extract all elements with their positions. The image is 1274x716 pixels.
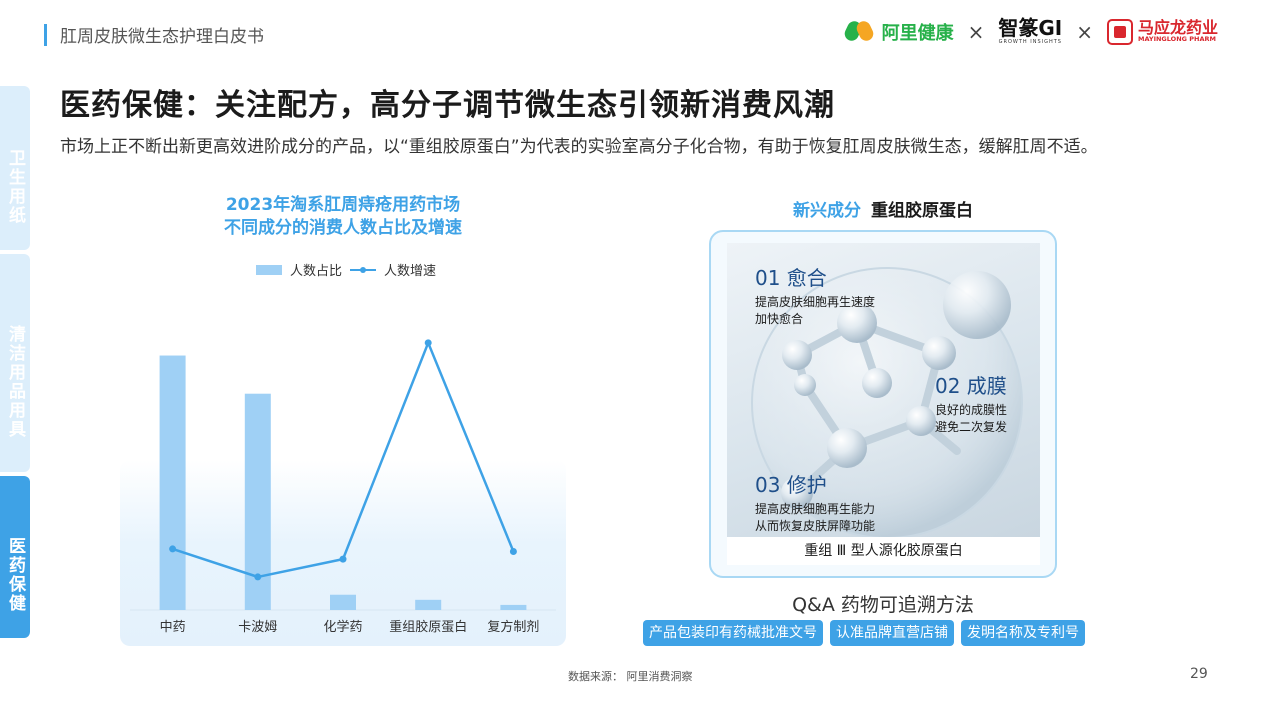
bar-4	[500, 604, 527, 610]
ingredient-title-highlight: 新兴成分	[793, 201, 861, 221]
feature-repair: 03 修护 提高皮肤细胞再生能力 从而恢复皮肤屏障功能	[755, 469, 875, 535]
report-title: 肛周皮肤微生态护理白皮书	[60, 27, 264, 47]
ali-health-logo-text: 阿里健康	[881, 22, 954, 44]
mayinglong-logo-subtext: MAYINGLONG PHARM	[1137, 35, 1216, 44]
x-tick-label-4: 复方制剂	[487, 619, 539, 635]
growth-point-4	[509, 547, 517, 555]
zhizhuan-logo-text: 智篆GI	[998, 16, 1063, 40]
traceability-tags: 产品包装印有药械批准文号 认准品牌直营店铺 发明名称及专利号	[643, 620, 1085, 646]
growth-point-1	[254, 573, 262, 581]
chart-title-line2: 不同成分的消费人数占比及增速	[224, 218, 462, 238]
partner-logos: 阿里健康 × 智篆GI GROWTH INSIGHTS × 马应龙药业 MAYI…	[842, 17, 1218, 45]
feature-desc-line: 提高皮肤细胞再生能力	[755, 502, 876, 516]
feature-desc-line: 避免二次复发	[935, 420, 1008, 434]
sidebar-tab-medicine[interactable]: 医药保健	[0, 476, 30, 638]
tag-official-store: 认准品牌直营店铺	[830, 620, 954, 646]
sidebar-tab-label: 医药保健	[5, 537, 26, 613]
qa-title: Q&A 药物可追溯方法	[792, 594, 974, 616]
legend-line-swatch	[350, 265, 377, 275]
growth-line	[172, 341, 515, 579]
x-tick-label-1: 卡波姆	[238, 620, 277, 635]
chart-title-line1: 2023年淘系肛周痔疮用药市场	[225, 195, 461, 215]
feature-desc-line: 从而恢复皮肤屏障功能	[755, 519, 876, 533]
sidebar-tab-cleaning[interactable]: 清洁用品用具	[0, 254, 30, 472]
logo-separator: ×	[1076, 19, 1093, 44]
combo-chart: 中药 卡波姆 化学药 重组胶原蛋白 复方制剂	[130, 339, 556, 635]
feature-healing: 01 愈合 提高皮肤细胞再生速度 加快愈合	[755, 262, 875, 328]
image-caption: 重组 Ⅲ 型人源化胶原蛋白	[727, 537, 1040, 565]
growth-point-3	[424, 339, 432, 347]
ali-health-logo: 阿里健康	[842, 18, 954, 45]
mayinglong-seal-icon	[1106, 18, 1133, 45]
page-number: 29	[1190, 666, 1208, 682]
sidebar-tab-label: 清洁用品用具	[5, 325, 26, 439]
legend-bar-label: 人数占比	[290, 264, 343, 279]
x-tick-label-3: 重组胶原蛋白	[389, 619, 467, 635]
bar-2	[330, 594, 356, 610]
title-accent-bar	[44, 24, 47, 46]
feature-desc-line: 良好的成膜性	[935, 403, 1008, 417]
tag-patent: 发明名称及专利号	[961, 620, 1085, 646]
ingredient-title: 新兴成分 重组胶原蛋白	[710, 196, 1056, 221]
zhizhuan-logo: 智篆GI GROWTH INSIGHTS	[998, 18, 1062, 45]
x-tick-label-2: 化学药	[323, 619, 362, 635]
ali-health-leaf-icon	[842, 18, 876, 43]
zhizhuan-logo-subtext: GROWTH INSIGHTS	[998, 39, 1062, 45]
growth-point-2	[339, 555, 347, 563]
mayinglong-logo: 马应龙药业 MAYINGLONG PHARM	[1106, 17, 1218, 45]
growth-point-0	[169, 545, 177, 553]
chart-legend: 人数占比 人数增速	[256, 260, 436, 279]
page-subtitle: 市场上正不断出新更高效进阶成分的产品，以“重组胶原蛋白”为代表的实验室高分子化合…	[60, 137, 1098, 157]
data-source: 数据来源： 阿里消费洞察	[568, 670, 693, 683]
legend-bar-swatch	[256, 264, 282, 275]
sidebar-tab-paper[interactable]: 卫生用纸	[0, 86, 30, 250]
mayinglong-logo-text: 马应龙药业	[1137, 17, 1218, 37]
logo-separator: ×	[967, 19, 985, 44]
page-title: 医药保健：关注配方，高分子调节微生态引领新消费风潮	[60, 88, 835, 123]
feature-heading: 01 愈合	[755, 266, 827, 290]
ingredient-title-main: 重组胶原蛋白	[871, 201, 973, 221]
bar-3	[415, 599, 442, 610]
bar-0	[159, 355, 186, 610]
tag-approval-number: 产品包装印有药械批准文号	[643, 620, 823, 646]
feature-heading: 03 修护	[755, 473, 827, 497]
sidebar-tab-label: 卫生用纸	[5, 149, 26, 225]
feature-film: 02 成膜 良好的成膜性 避免二次复发	[935, 370, 1007, 436]
feature-desc-line: 加快愈合	[755, 312, 804, 326]
legend-line-label: 人数增速	[384, 264, 437, 279]
feature-heading: 02 成膜	[935, 374, 1007, 398]
x-tick-label-0: 中药	[160, 620, 186, 635]
feature-desc-line: 提高皮肤细胞再生速度	[755, 295, 876, 309]
